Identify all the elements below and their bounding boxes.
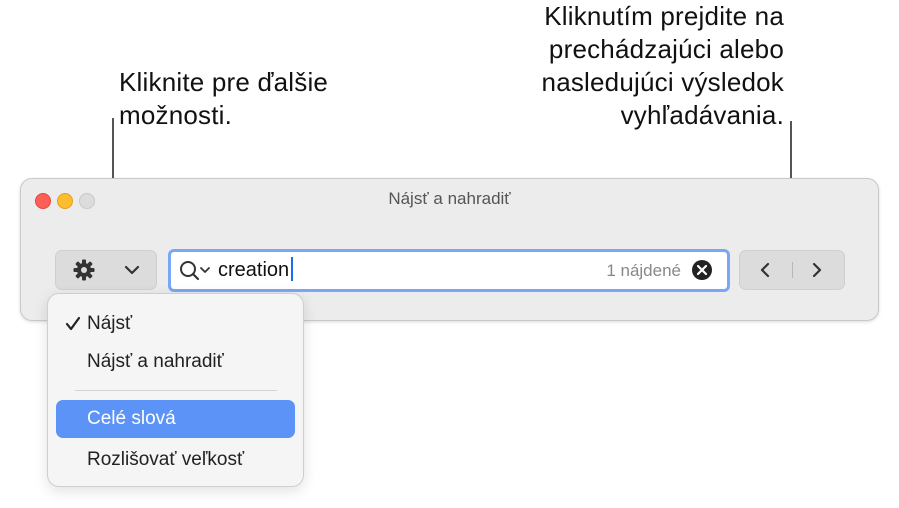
menu-item-label: Nájsť xyxy=(87,313,133,334)
options-menu: Nájsť Nájsť a nahradiť Celé slová Rozliš… xyxy=(47,293,304,487)
menu-item-whole-words[interactable]: Celé slová xyxy=(56,400,295,438)
navigation-callout: Kliknutím prejdite na prechádzajúci aleb… xyxy=(541,1,784,130)
search-input[interactable]: creation xyxy=(218,257,294,282)
search-query-text: creation xyxy=(218,259,290,281)
text-caret xyxy=(291,257,294,281)
menu-item-find-replace[interactable]: Nájsť a nahradiť xyxy=(56,343,295,381)
previous-result-button[interactable] xyxy=(740,251,792,289)
menu-item-label: Nájsť a nahradiť xyxy=(87,351,224,372)
menu-item-match-case[interactable]: Rozlišovať veľkosť xyxy=(56,441,295,479)
options-callout: Kliknite pre ďalšie možnosti. xyxy=(119,67,329,130)
options-menu-button[interactable] xyxy=(55,250,157,290)
menu-item-label: Rozlišovať veľkosť xyxy=(87,449,245,470)
chevron-down-icon xyxy=(124,263,140,281)
chevron-left-icon xyxy=(760,262,770,278)
window-title: Nájsť a nahradiť xyxy=(388,189,511,208)
next-result-button[interactable] xyxy=(792,251,844,289)
clear-search-icon[interactable] xyxy=(691,259,713,286)
menu-item-find[interactable]: Nájsť xyxy=(56,305,295,343)
chevron-right-icon xyxy=(812,262,822,278)
gear-icon xyxy=(73,259,95,286)
result-navigation xyxy=(739,250,845,290)
search-icon[interactable] xyxy=(179,260,213,287)
match-count: 1 nájdené xyxy=(606,261,681,280)
menu-separator xyxy=(75,390,277,391)
search-field[interactable]: creation 1 nájdené xyxy=(168,249,730,292)
menu-item-label: Celé slová xyxy=(87,408,176,429)
